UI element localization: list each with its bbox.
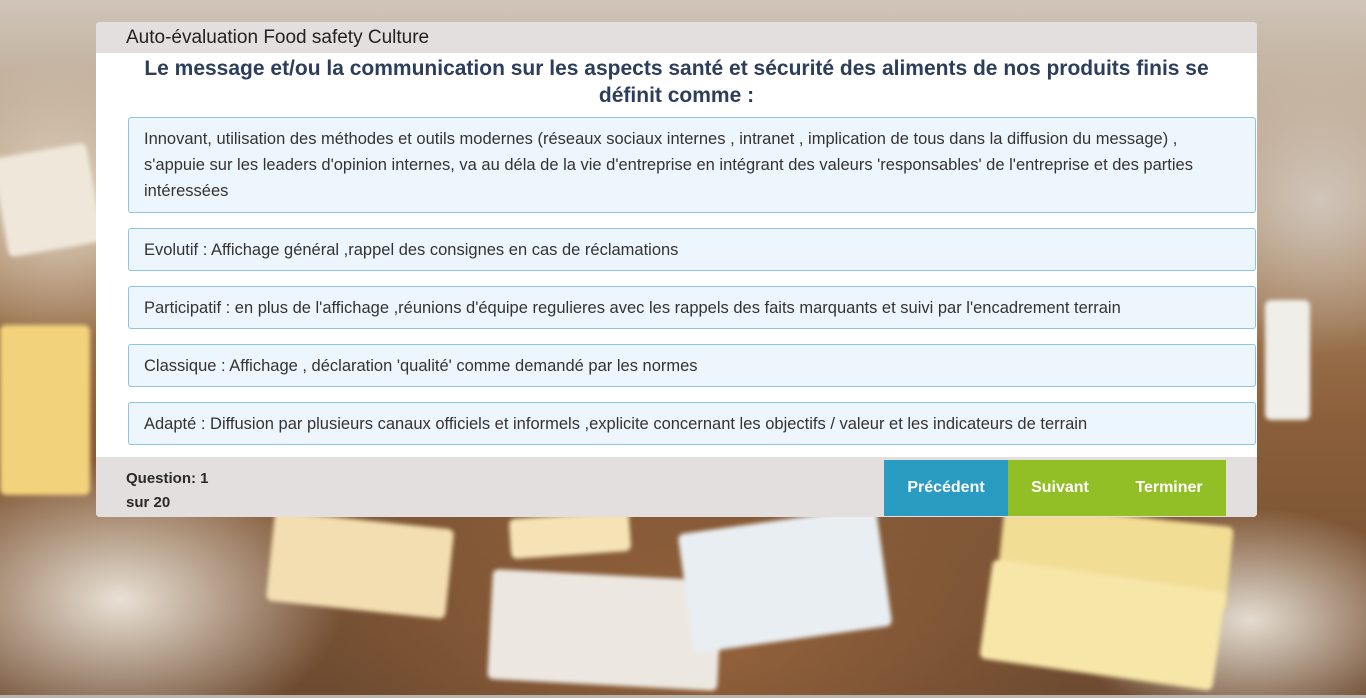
answer-option-evolutif[interactable]: Evolutif : Affichage général ,rappel des… <box>128 228 1256 271</box>
next-button[interactable]: Suivant <box>1008 460 1112 516</box>
answer-option-classique[interactable]: Classique : Affichage , déclaration 'qua… <box>128 344 1256 387</box>
quiz-footer: Question: 1 sur 20 Précédent Suivant Ter… <box>96 457 1257 517</box>
cheese-slice <box>1265 300 1310 420</box>
previous-button[interactable]: Précédent <box>884 460 1008 516</box>
answer-option-innovant[interactable]: Innovant, utilisation des méthodes et ou… <box>128 117 1256 213</box>
answer-option-participatif[interactable]: Participatif : en plus de l'affichage ,r… <box>128 286 1256 329</box>
question-total: sur 20 <box>126 494 171 511</box>
cheese-slice <box>265 510 455 620</box>
answer-option-adapte[interactable]: Adapté : Diffusion par plusieurs canaux … <box>128 402 1256 445</box>
navigation-buttons: Précédent Suivant Terminer <box>884 460 1226 516</box>
question-text: Le message et/ou la communication sur le… <box>144 57 1209 107</box>
quiz-card: Auto-évaluation Food safety Culture Le m… <box>96 22 1257 517</box>
question-counter: Question: 1 sur 20 <box>126 467 209 515</box>
finish-button[interactable]: Terminer <box>1112 460 1226 516</box>
cheese-slice <box>0 325 90 495</box>
cheese-slice <box>508 510 632 560</box>
quiz-header: Auto-évaluation Food safety Culture <box>96 22 1257 53</box>
cheese-slice <box>0 142 103 258</box>
question-number: Question: 1 <box>126 470 209 487</box>
answer-list: Innovant, utilisation des méthodes et ou… <box>96 117 1257 445</box>
cheese-slice <box>677 506 893 654</box>
quiz-title: Auto-évaluation Food safety Culture <box>126 27 430 48</box>
